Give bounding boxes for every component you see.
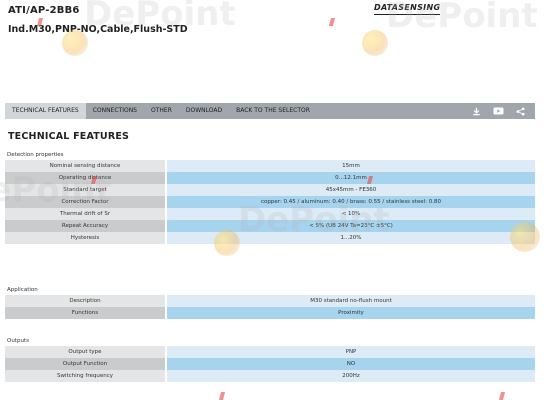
tab-other[interactable]: OTHER xyxy=(144,103,179,119)
brand-swoosh xyxy=(374,14,441,15)
tab-back-to-selector[interactable]: BACK TO THE SELECTOR xyxy=(229,103,317,119)
watermark-mark xyxy=(328,18,336,26)
row-value: M30 standard no-flush mount xyxy=(167,295,535,307)
row-label: Operating distance xyxy=(5,172,165,184)
watermark-logo xyxy=(362,30,388,56)
table-row: Repeat Accuracy < 5% (UB 24V Ta=23°C ±5°C… xyxy=(5,220,535,232)
table-row: Switching frequency 200Hz xyxy=(5,370,535,382)
group-detection-properties: Detection properties Nominal sensing dis… xyxy=(5,151,535,244)
tab-technical-features[interactable]: TECHNICAL FEATURES xyxy=(5,103,86,119)
row-label: Standard target xyxy=(5,184,165,196)
video-icon[interactable] xyxy=(493,107,504,115)
table-row: Correction Factor copper: 0.45 / aluminum… xyxy=(5,196,535,208)
table-row: Functions Proximity xyxy=(5,307,535,319)
tab-download[interactable]: DOWNLOAD xyxy=(179,103,229,119)
table-row: Thermal drift of Sr < 10% xyxy=(5,208,535,220)
row-label: Description xyxy=(5,295,165,307)
group-title: Outputs xyxy=(7,338,29,344)
row-label: Output type xyxy=(5,346,165,358)
group-outputs: Outputs Output type PNP Output Function NO… xyxy=(5,337,535,382)
row-label: Switching frequency xyxy=(5,370,165,382)
row-value: Proximity xyxy=(167,307,535,319)
group-title: Application xyxy=(7,287,38,293)
product-code: ATI/AP-2BB6 xyxy=(8,5,80,16)
row-label: Nominal sensing distance xyxy=(5,160,165,172)
row-value: 0...12.1mm xyxy=(167,172,535,184)
table-row: Output Function NO xyxy=(5,358,535,370)
tab-bar: TECHNICAL FEATURES CONNECTIONS OTHER DOW… xyxy=(5,103,535,119)
row-value: copper: 0.45 / aluminum: 0.40 / brass: 0… xyxy=(167,196,535,208)
row-label: Functions xyxy=(5,307,165,319)
share-icon[interactable] xyxy=(516,106,525,116)
row-label: Repeat Accuracy xyxy=(5,220,165,232)
group-title: Detection properties xyxy=(7,152,64,158)
row-value: 1...20% xyxy=(167,232,535,244)
tab-connections[interactable]: CONNECTIONS xyxy=(86,103,144,119)
table-row: Operating distance 0...12.1mm xyxy=(5,172,535,184)
row-value: 200Hz xyxy=(167,370,535,382)
download-icon[interactable] xyxy=(472,107,481,116)
row-label: Thermal drift of Sr xyxy=(5,208,165,220)
row-value: 45x45mm - FE360 xyxy=(167,184,535,196)
section-title: TECHNICAL FEATURES xyxy=(8,131,130,142)
product-description: Ind.M30,PNP-NO,Cable,Flush-STD xyxy=(8,24,188,35)
row-label: Correction Factor xyxy=(5,196,165,208)
tab-icons xyxy=(472,106,535,116)
row-value: NO xyxy=(167,358,535,370)
brand-name: DATASENSING xyxy=(374,3,441,12)
table-row: Nominal sensing distance 15mm xyxy=(5,160,535,172)
row-value: 15mm xyxy=(167,160,535,172)
table-row: Output type PNP xyxy=(5,346,535,358)
table-row: Standard target 45x45mm - FE360 xyxy=(5,184,535,196)
row-label: Hysteresis xyxy=(5,232,165,244)
brand-logo: DATASENSING xyxy=(374,3,441,15)
watermark-mark xyxy=(218,392,226,400)
row-label: Output Function xyxy=(5,358,165,370)
watermark-mark xyxy=(498,392,506,400)
row-value: < 5% (UB 24V Ta=23°C ±5°C) xyxy=(167,220,535,232)
table-row: Description M30 standard no-flush mount xyxy=(5,295,535,307)
table-row: Hysteresis 1...20% xyxy=(5,232,535,244)
row-value: < 10% xyxy=(167,208,535,220)
row-value: PNP xyxy=(167,346,535,358)
group-application: Application Description M30 standard no-f… xyxy=(5,286,535,319)
